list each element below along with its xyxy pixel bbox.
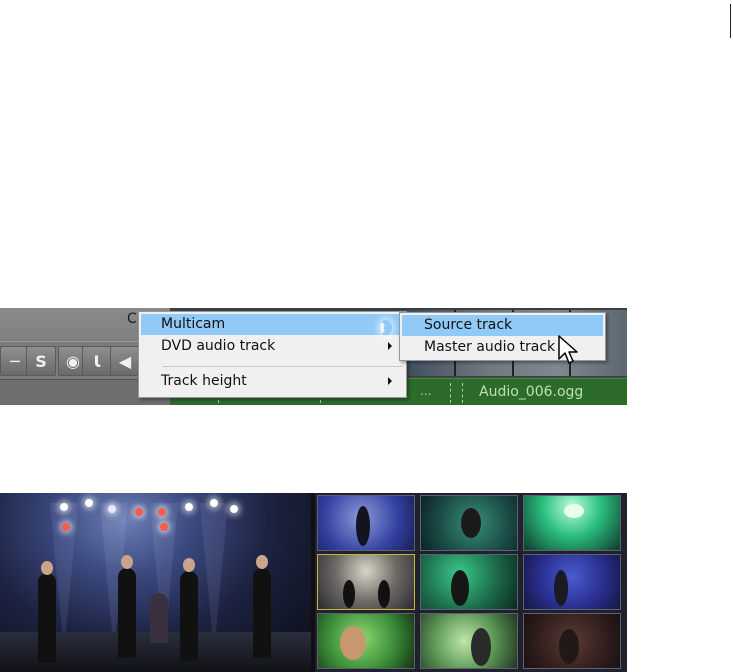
submenu-item-label: Source track [424, 317, 513, 333]
submenu-arrow-icon [380, 320, 392, 336]
window-edge-line [730, 4, 731, 38]
camera-thumbnail-9[interactable] [523, 613, 621, 669]
multicam-preview [0, 493, 627, 672]
speaker-icon: ◀ [118, 351, 132, 371]
submenu-item-label: Master audio track [424, 339, 556, 355]
menu-item-label: Track height [161, 373, 247, 389]
camera-thumbnail-6[interactable] [523, 554, 621, 610]
camera-grid [315, 493, 627, 672]
track-name-partial: C [127, 311, 137, 327]
track-context-menu: Multicam DVD audio track Track height [138, 311, 407, 398]
camera-thumbnail-2[interactable] [420, 495, 518, 551]
truncated-clip-label: ... [420, 384, 432, 398]
menu-item-label: DVD audio track [161, 338, 276, 354]
camera-thumbnail-7[interactable] [317, 613, 415, 669]
eye-icon: ◉ [66, 351, 80, 371]
minimize-icon: ─ [10, 351, 20, 371]
menu-item-track-height[interactable]: Track height [141, 371, 404, 392]
camera-thumbnail-4-selected[interactable] [317, 554, 415, 610]
menu-separator [163, 366, 403, 367]
camera-thumbnail-1[interactable] [317, 495, 415, 551]
solo-icon: S [35, 351, 47, 371]
camera-thumbnail-3[interactable] [523, 495, 621, 551]
main-camera-view[interactable] [0, 493, 311, 672]
menu-item-dvd-audio-track[interactable]: DVD audio track [141, 336, 404, 357]
split-icon: Ɩ [93, 351, 101, 371]
submenu-arrow-icon [388, 377, 392, 385]
mute-button[interactable]: ◀ [110, 346, 140, 376]
camera-thumbnail-8[interactable] [420, 613, 518, 669]
mouse-pointer-icon [558, 335, 578, 364]
submenu-item-source-track[interactable]: Source track [402, 315, 603, 336]
menu-item-label: Multicam [161, 316, 226, 332]
camera-thumbnail-5[interactable] [420, 554, 518, 610]
submenu-arrow-icon [388, 342, 392, 350]
split-button[interactable]: Ɩ [82, 346, 112, 376]
solo-button[interactable]: S [26, 346, 56, 376]
audio-clip-label[interactable]: Audio_006.ogg [479, 384, 583, 400]
menu-item-multicam[interactable]: Multicam [141, 314, 404, 336]
